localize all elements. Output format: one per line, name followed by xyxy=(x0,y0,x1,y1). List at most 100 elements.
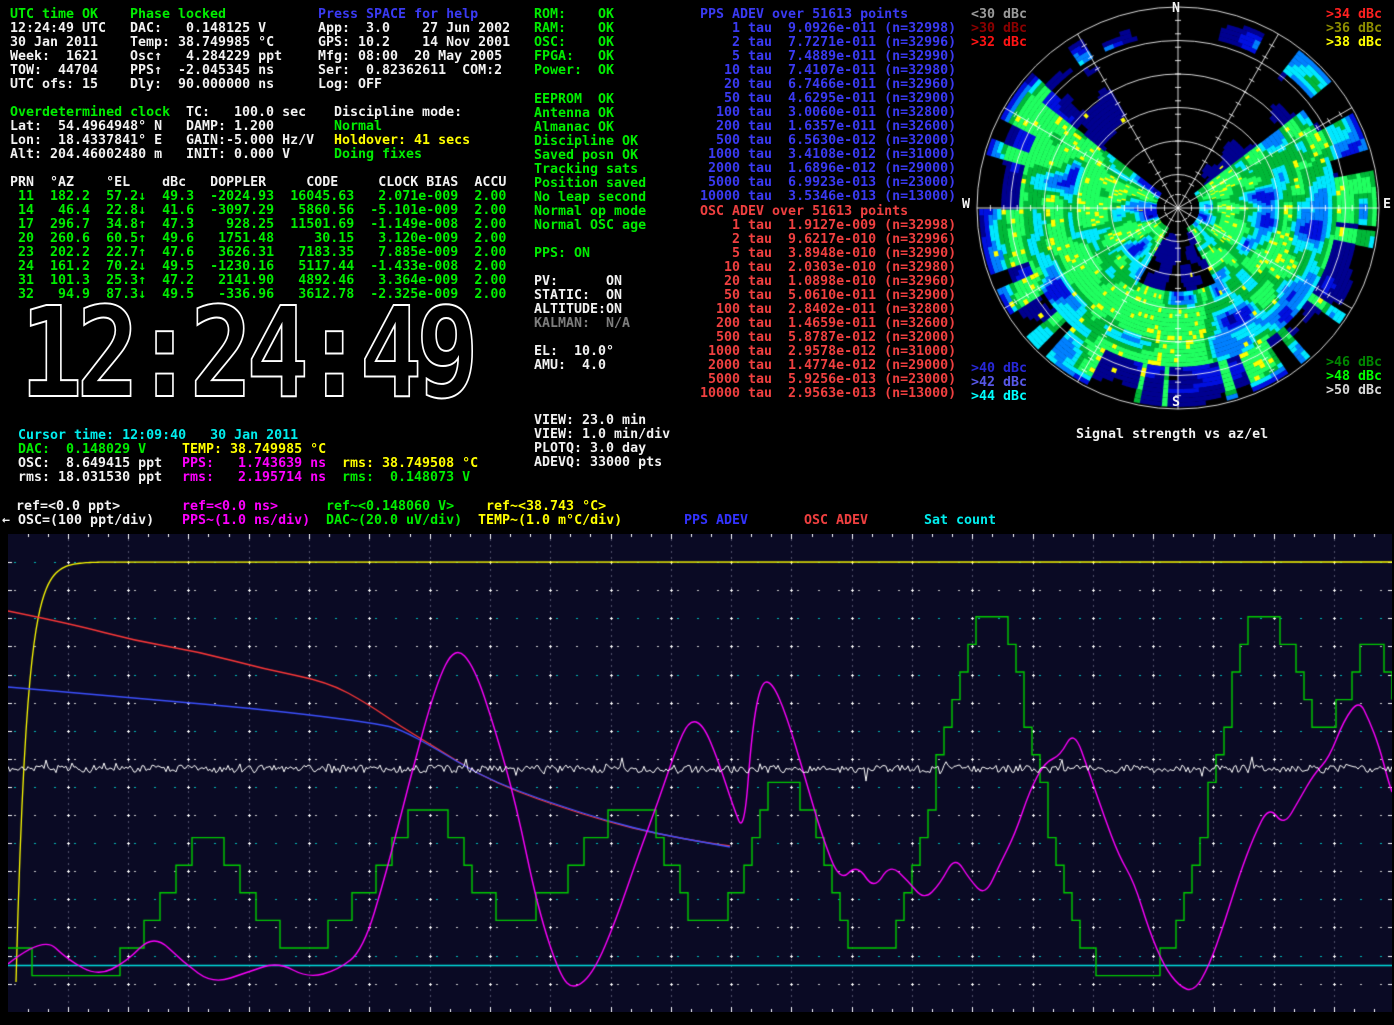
gps-status-list: EEPROM OKAntenna OKAlmanac OKDiscipline … xyxy=(534,93,646,233)
phase-info-line: DAC: 0.148125 V xyxy=(130,22,282,36)
osc-adev-row: 1000 tau 2.9578e-012 (n=31000) xyxy=(700,345,956,359)
legend-entry: >46 dBc xyxy=(1326,356,1382,370)
compass-west-label: W xyxy=(962,198,970,212)
cursor-temp: TEMP: 38.749985 °C xyxy=(182,443,326,457)
legend-entry: >36 dBc xyxy=(1326,22,1382,36)
osc-adev-row: 20 tau 1.0898e-010 (n=32960) xyxy=(700,275,956,289)
hardware-status-line: ROM: OK xyxy=(534,8,614,22)
utc-info-line: UTC ofs: 15 xyxy=(10,78,106,92)
pps-scale-label: PPS~(1.0 ns/div) xyxy=(182,514,310,528)
compass-south-label: S xyxy=(1172,396,1180,410)
osc-adev-row: 10 tau 2.0303e-010 (n=32980) xyxy=(700,261,956,275)
osc-ref-label: ref=<0.0 ppt> xyxy=(16,500,120,514)
sat-table-row: 23 202.2 22.7↑ 47.6 3626.31 7183.35 7.88… xyxy=(10,246,506,260)
legend-entry: >48 dBc xyxy=(1326,370,1382,384)
phase-status-title: Phase locked xyxy=(130,8,226,22)
damp-value: DAMP: 1.200 xyxy=(186,120,274,134)
phase-info-line: Dly: 90.000000 ns xyxy=(130,78,282,92)
hardware-status-line: FPGA: OK xyxy=(534,50,614,64)
pps-adev-row: 500 tau 6.5630e-012 (n=32000) xyxy=(700,134,956,148)
sat-table-row: 17 296.7 34.8↑ 47.3 928.25 11501.69 -1.1… xyxy=(10,218,506,232)
version-info-block: App: 3.0 27 Jun 2002GPS: 10.2 14 Nov 200… xyxy=(318,22,510,92)
temp-scale-label: TEMP~(1.0 m°C/div) xyxy=(478,514,622,528)
version-info-line: Ser: 0.82362611 COM:2 xyxy=(318,64,510,78)
sat-table-row: 14 46.4 22.8↓ 41.6 -3097.29 5860.56 -5.1… xyxy=(10,204,506,218)
pps-adev-row: 200 tau 1.6357e-011 (n=32600) xyxy=(700,120,956,134)
gps-status-line: Tracking sats xyxy=(534,163,646,177)
fixes-status: Doing fixes xyxy=(334,148,422,162)
utc-info-line: Week: 1621 xyxy=(10,50,106,64)
version-info-line: Log: OFF xyxy=(318,78,510,92)
pps-adev-row: 5 tau 7.4889e-011 (n=32990) xyxy=(700,50,956,64)
gain-value: GAIN:-5.000 Hz/V xyxy=(186,134,314,148)
version-info-line: GPS: 10.2 14 Nov 2001 xyxy=(318,36,510,50)
pps-adev-row: 50 tau 4.6295e-011 (n=32900) xyxy=(700,92,956,106)
strip-chart-plot[interactable] xyxy=(8,534,1392,1012)
utc-info-line: TOW: 44704 xyxy=(10,64,106,78)
cursor-pps: PPS: 1.743639 ns xyxy=(182,457,326,471)
sat-table-row: 11 182.2 57.2↓ 49.3 -2024.93 16045.63 2.… xyxy=(10,190,506,204)
osc-adev-row: 500 tau 5.8787e-012 (n=32000) xyxy=(700,331,956,345)
hardware-status-list: ROM: OKRAM: OKOSC: OKFPGA: OKPower: OK xyxy=(534,8,614,78)
hardware-status-line: RAM: OK xyxy=(534,22,614,36)
polar-plot-title: Signal strength vs az/el xyxy=(1076,428,1268,442)
utc-status-title: UTC time OK xyxy=(10,8,98,22)
kalman-status: KALMAN: N/A xyxy=(534,317,630,331)
pps-adev-row: 5000 tau 6.9923e-013 (n=23000) xyxy=(700,176,956,190)
cursor-rms-temp: rms: 38.749508 °C xyxy=(342,457,478,471)
help-hint: Press SPACE for help xyxy=(318,8,478,22)
phase-info-line: Temp: 38.749985 °C xyxy=(130,36,282,50)
osc-adev-row: 200 tau 1.4659e-011 (n=32600) xyxy=(700,317,956,331)
pps-status: PPS: ON xyxy=(534,247,590,261)
pps-adev-row: 10000 tau 3.5346e-013 (n=13000) xyxy=(700,190,956,204)
osc-adev-row: 100 tau 2.8402e-011 (n=32800) xyxy=(700,303,956,317)
gps-status-line: Antenna OK xyxy=(534,107,646,121)
view-settings-line: VIEW: 1.0 min/div xyxy=(534,428,670,442)
utc-info-line: 30 Jan 2011 xyxy=(10,36,106,50)
pps-adev-trace-label: PPS ADEV xyxy=(684,514,748,528)
pps-adev-row: 10 tau 7.4107e-011 (n=32980) xyxy=(700,64,956,78)
cursor-osc: OSC: 8.649415 ppt xyxy=(18,457,162,471)
osc-adev-row: 1 tau 1.9127e-009 (n=32998) xyxy=(700,219,956,233)
sat-count-trace-label: Sat count xyxy=(924,514,996,528)
lon-value: Lon: 18.4337841° E xyxy=(10,134,162,148)
cursor-rms-osc: rms: 18.031530 ppt xyxy=(18,471,162,485)
gps-status-line: Position saved xyxy=(534,177,646,191)
polar-legend-bottom-left: >40 dBc>42 dBc>44 dBc xyxy=(971,362,1027,404)
dac-ref-label: ref~<0.148060 V> xyxy=(326,500,454,514)
gps-status-line: Discipline OK xyxy=(534,135,646,149)
osc-adev-row: 10000 tau 2.9563e-013 (n=13000) xyxy=(700,387,956,401)
temp-ref-label: ref~<38.743 °C> xyxy=(486,500,606,514)
el-amu-block: EL: 10.0°AMU: 4.0 xyxy=(534,345,614,373)
polar-legend-bottom-right: >46 dBc>48 dBc>50 dBc xyxy=(1326,356,1382,398)
polar-legend-top-left: <30 dBc>30 dBc>32 dBc xyxy=(971,8,1027,50)
gps-status-line: Normal op mode xyxy=(534,205,646,219)
utc-info-line: 12:24:49 UTC xyxy=(10,22,106,36)
gps-status-line: Saved posn OK xyxy=(534,149,646,163)
sat-table-row: 31 101.3 25.3↑ 47.2 2141.90 4892.46 3.36… xyxy=(10,274,506,288)
legend-entry: >32 dBc xyxy=(971,36,1027,50)
osc-adev-row: 2 tau 9.6217e-010 (n=32996) xyxy=(700,233,956,247)
pps-adev-row: 20 tau 6.7466e-011 (n=32960) xyxy=(700,78,956,92)
pps-adev-row: 1000 tau 3.4108e-012 (n=31000) xyxy=(700,148,956,162)
cursor-time: Cursor time: 12:09:40 30 Jan 2011 xyxy=(18,429,298,443)
osc-adev-trace-label: OSC ADEV xyxy=(804,514,868,528)
dac-scale-label: DAC~(20.0 uV/div) xyxy=(326,514,462,528)
compass-north-label: N xyxy=(1172,2,1180,16)
nav-mode-line: PV: ON xyxy=(534,275,622,289)
sat-table-row: 24 161.2 70.2↓ 49.5 -1230.16 5117.44 -1.… xyxy=(10,260,506,274)
nav-mode-line: STATIC: ON xyxy=(534,289,622,303)
hardware-status-line: Power: OK xyxy=(534,64,614,78)
legend-entry: >34 dBc xyxy=(1326,8,1382,22)
gps-status-line: Almanac OK xyxy=(534,121,646,135)
big-clock-digits: 12:24:49 xyxy=(20,300,473,418)
gps-status-line: Normal OSC age xyxy=(534,219,646,233)
view-settings-line: ADEVQ: 33000 pts xyxy=(534,456,670,470)
pps-adev-table: 1 tau 9.0926e-011 (n=32998) 2 tau 7.7271… xyxy=(700,22,956,204)
gps-status-line: EEPROM OK xyxy=(534,93,646,107)
version-info-line: App: 3.0 27 Jun 2002 xyxy=(318,22,510,36)
osc-adev-row: 5 tau 3.8948e-010 (n=32990) xyxy=(700,247,956,261)
view-settings-block: VIEW: 23.0 minVIEW: 1.0 min/divPLOTQ: 3.… xyxy=(534,414,670,470)
nav-mode-line: ALTITUDE:ON xyxy=(534,303,622,317)
discipline-mode-value: Normal xyxy=(334,120,382,134)
